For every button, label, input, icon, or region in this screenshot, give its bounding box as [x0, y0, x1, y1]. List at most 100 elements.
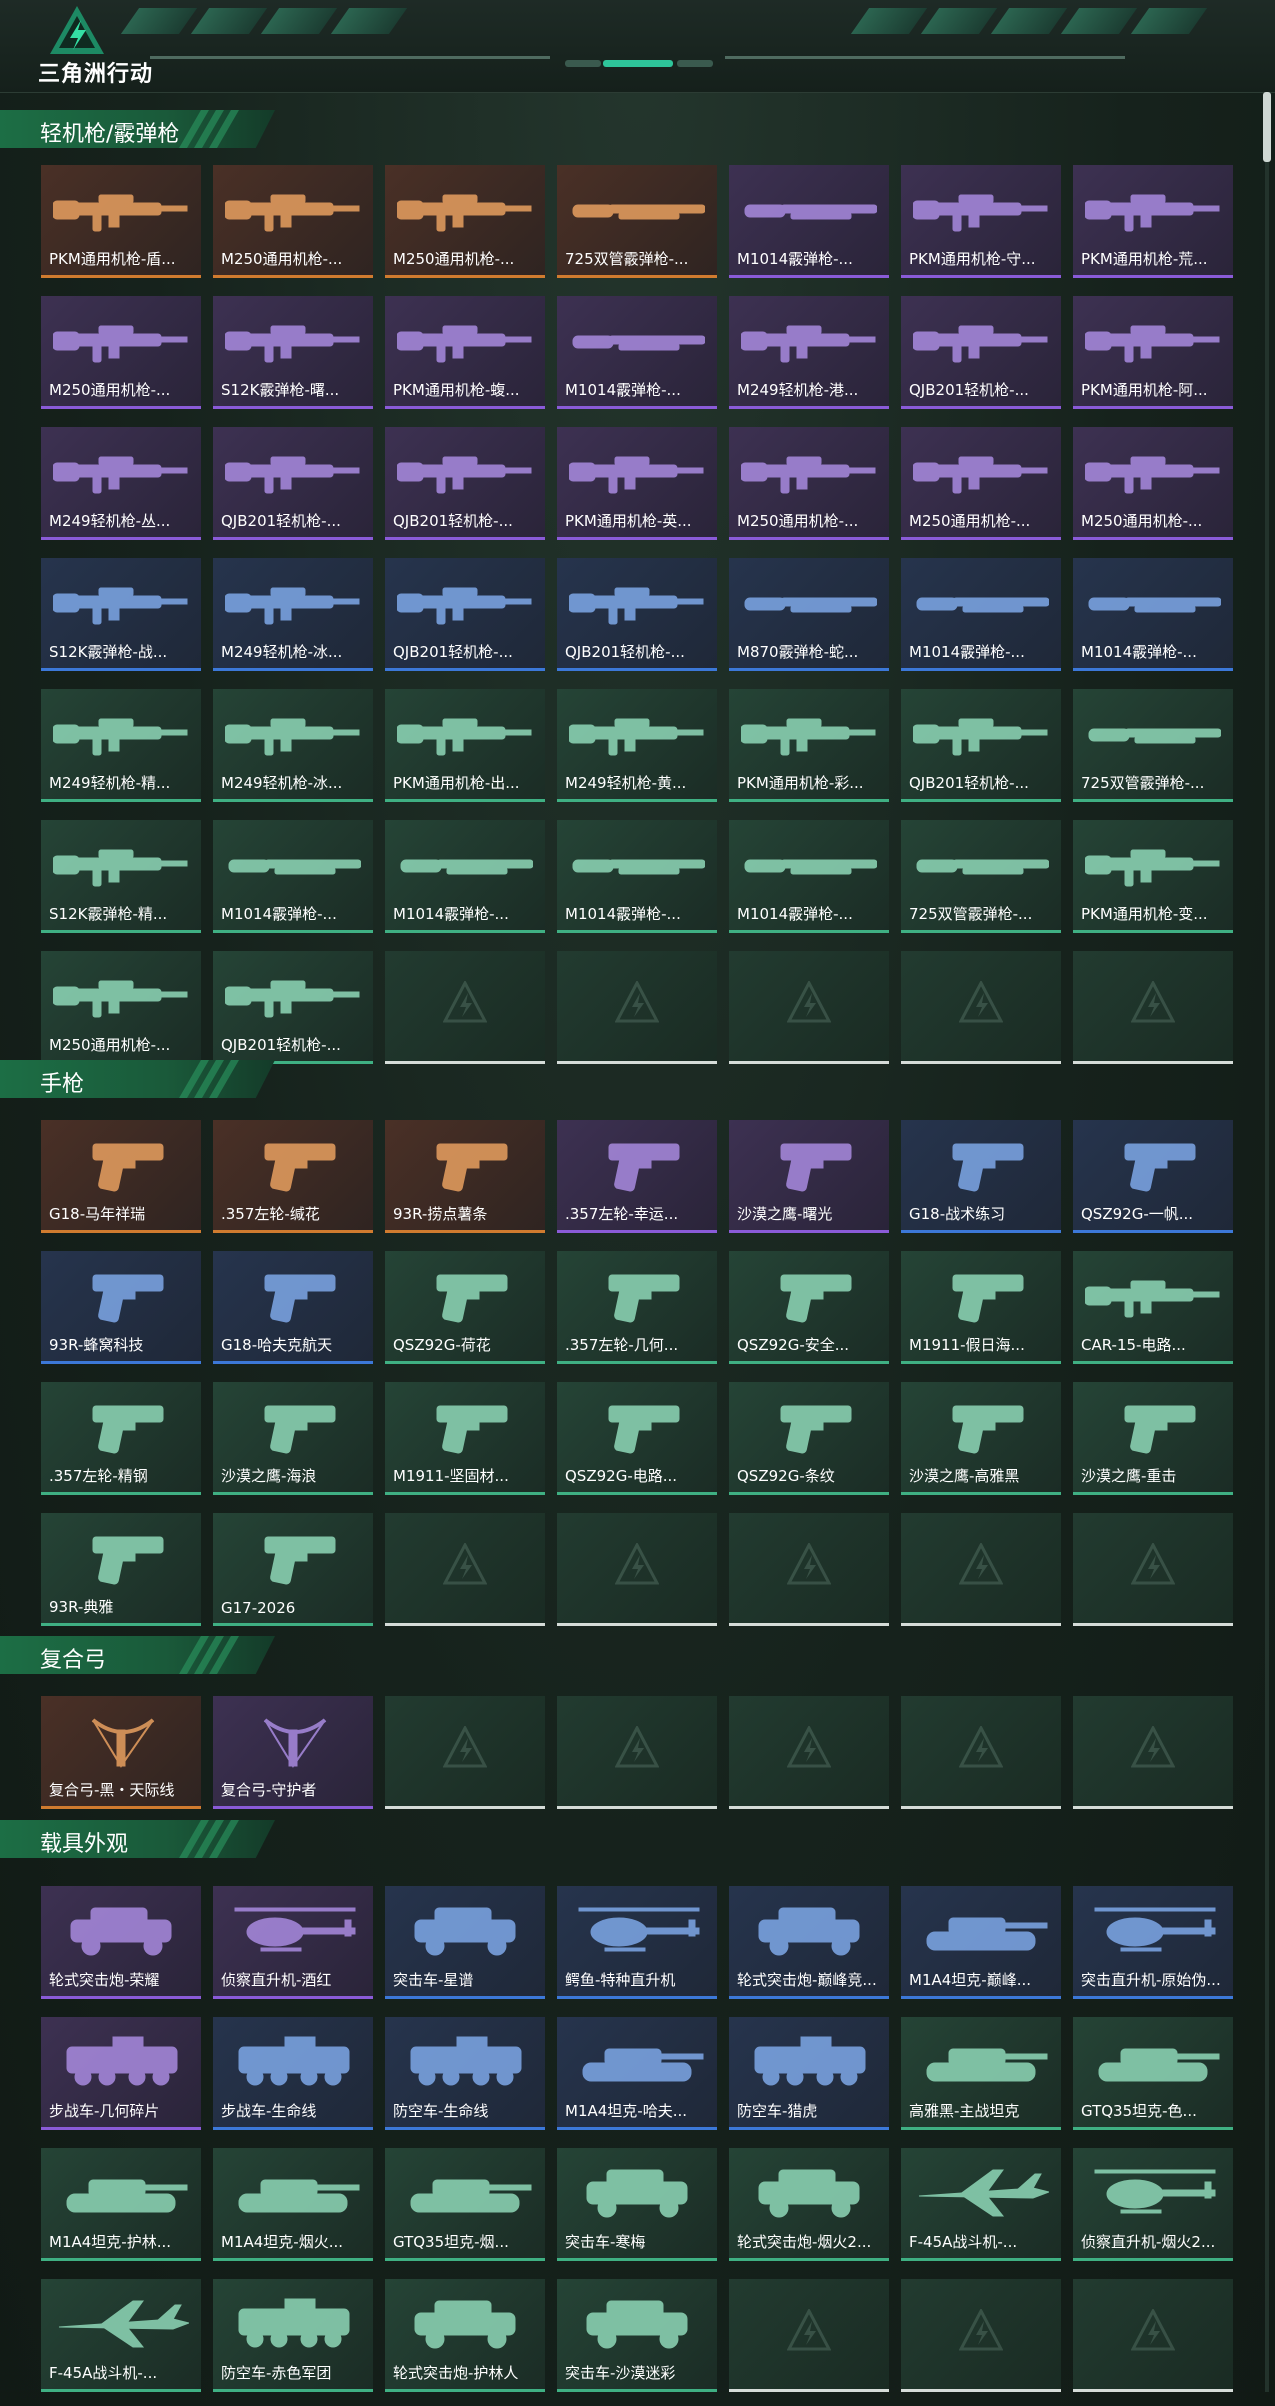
skin-card[interactable]: M250通用机枪-... [41, 296, 201, 409]
skin-card[interactable]: 突击车-寒梅 [557, 2148, 717, 2261]
skin-card[interactable]: 鳄鱼-特种直升机 [557, 1886, 717, 1999]
skin-card[interactable]: GTQ35坦克-色... [1073, 2017, 1233, 2130]
skin-card[interactable]: QJB201轻机枪-... [901, 689, 1061, 802]
skin-card[interactable]: M1014霰弹枪-... [901, 558, 1061, 671]
skin-card[interactable]: 高雅黑-主战坦克 [901, 2017, 1061, 2130]
skin-card[interactable]: 侦察直升机-烟火2... [1073, 2148, 1233, 2261]
skin-card[interactable]: .357左轮-精钢 [41, 1382, 201, 1495]
skin-card[interactable]: G17-2026 [213, 1513, 373, 1626]
skin-card[interactable]: M1014霰弹枪-... [729, 165, 889, 278]
skin-card[interactable]: .357左轮-幸运... [557, 1120, 717, 1233]
skin-card[interactable]: S12K霰弹枪-精... [41, 820, 201, 933]
skin-card[interactable]: M1A4坦克-护林... [41, 2148, 201, 2261]
skin-card[interactable]: 93R-典雅 [41, 1513, 201, 1626]
skin-card[interactable]: M249轻机枪-港... [729, 296, 889, 409]
skin-card[interactable]: M249轻机枪-冰... [213, 558, 373, 671]
skin-card[interactable]: M1A4坦克-哈夫... [557, 2017, 717, 2130]
skin-card[interactable]: QSZ92G-安全... [729, 1251, 889, 1364]
skin-card[interactable]: .357左轮-几何... [557, 1251, 717, 1364]
skin-card[interactable]: QJB201轻机枪-... [213, 427, 373, 540]
brand-title: 三角洲行动 [38, 62, 154, 87]
skin-card[interactable]: 沙漠之鹰-海浪 [213, 1382, 373, 1495]
scrollbar-track[interactable] [1265, 92, 1269, 2392]
skin-card[interactable]: PKM通用机枪-彩... [729, 689, 889, 802]
skin-card[interactable]: 沙漠之鹰-曙光 [729, 1120, 889, 1233]
skin-card[interactable]: PKM通用机枪-荒... [1073, 165, 1233, 278]
skin-card[interactable]: 沙漠之鹰-重击 [1073, 1382, 1233, 1495]
skin-card[interactable]: QJB201轻机枪-... [385, 558, 545, 671]
skin-card[interactable]: 轮式突击炮-护林人 [385, 2279, 545, 2392]
skin-card[interactable]: 复合弓-黑・天际线 [41, 1696, 201, 1809]
placeholder-logo-icon [959, 981, 1003, 1023]
skin-card[interactable]: M1014霰弹枪-... [385, 820, 545, 933]
skin-card[interactable]: PKM通用机枪-守... [901, 165, 1061, 278]
skin-card[interactable]: M250通用机枪-... [385, 165, 545, 278]
skin-card[interactable]: 步战车-生命线 [213, 2017, 373, 2130]
skin-card[interactable]: S12K霰弹枪-曙... [213, 296, 373, 409]
skin-card[interactable]: 防空车-生命线 [385, 2017, 545, 2130]
skin-card[interactable]: 步战车-几何碎片 [41, 2017, 201, 2130]
skin-card[interactable]: 突击车-星谱 [385, 1886, 545, 1999]
skin-card[interactable]: M870霰弹枪-蛇... [729, 558, 889, 671]
skin-card[interactable]: G18-哈夫克航天 [213, 1251, 373, 1364]
skin-card[interactable]: 防空车-猎虎 [729, 2017, 889, 2130]
skin-card[interactable]: M249轻机枪-黄... [557, 689, 717, 802]
skin-card[interactable]: F-45A战斗机-... [41, 2279, 201, 2392]
skin-card[interactable]: M250通用机枪-... [1073, 427, 1233, 540]
skin-card[interactable]: M1014霰弹枪-... [557, 296, 717, 409]
skin-card[interactable]: F-45A战斗机-... [901, 2148, 1061, 2261]
skin-card[interactable]: M249轻机枪-丛... [41, 427, 201, 540]
skin-card[interactable]: G18-马年祥瑞 [41, 1120, 201, 1233]
skin-card[interactable]: 轮式突击炮-烟火2... [729, 2148, 889, 2261]
skin-card[interactable]: 突击直升机-原始伪... [1073, 1886, 1233, 1999]
skin-card[interactable]: 突击车-沙漠迷彩 [557, 2279, 717, 2392]
pistol-skin-icon [436, 1143, 508, 1192]
skin-card[interactable]: PKM通用机枪-蝮... [385, 296, 545, 409]
skin-card[interactable]: GTQ35坦克-烟... [385, 2148, 545, 2261]
skin-card[interactable]: 防空车-赤色军团 [213, 2279, 373, 2392]
skin-card[interactable]: 轮式突击炮-荣耀 [41, 1886, 201, 1999]
skin-card[interactable]: M1014霰弹枪-... [729, 820, 889, 933]
skin-card[interactable]: QJB201轻机枪-... [213, 951, 373, 1064]
skin-card[interactable]: PKM通用机枪-变... [1073, 820, 1233, 933]
skin-card[interactable]: QSZ92G-一帆... [1073, 1120, 1233, 1233]
skin-card[interactable]: M1A4坦克-巅峰... [901, 1886, 1061, 1999]
skin-card[interactable]: .357左轮-缄花 [213, 1120, 373, 1233]
skin-card[interactable]: PKM通用机枪-出... [385, 689, 545, 802]
skin-card[interactable]: CAR-15-电路... [1073, 1251, 1233, 1364]
skin-card[interactable]: M1A4坦克-烟火... [213, 2148, 373, 2261]
skin-card[interactable]: 侦察直升机-酒红 [213, 1886, 373, 1999]
skin-card[interactable]: QJB201轻机枪-... [385, 427, 545, 540]
scrollbar-thumb[interactable] [1263, 92, 1271, 162]
skin-card[interactable]: M249轻机枪-精... [41, 689, 201, 802]
skin-card[interactable]: PKM通用机枪-盾... [41, 165, 201, 278]
skin-card[interactable]: QSZ92G-电路... [557, 1382, 717, 1495]
skin-card[interactable]: M1014霰弹枪-... [1073, 558, 1233, 671]
skin-card[interactable]: QJB201轻机枪-... [557, 558, 717, 671]
pistol-skin-icon [780, 1143, 852, 1192]
skin-card[interactable]: M249轻机枪-冰... [213, 689, 373, 802]
skin-card[interactable]: 725双管霰弹枪-... [557, 165, 717, 278]
skin-card[interactable]: M1911-坚固材... [385, 1382, 545, 1495]
skin-card[interactable]: 轮式突击炮-巅峰竞... [729, 1886, 889, 1999]
skin-card[interactable]: M1911-假日海... [901, 1251, 1061, 1364]
skin-card[interactable]: 93R-蜂窝科技 [41, 1251, 201, 1364]
skin-card[interactable]: M1014霰弹枪-... [213, 820, 373, 933]
skin-card[interactable]: M250通用机枪-... [729, 427, 889, 540]
skin-card[interactable]: M1014霰弹枪-... [557, 820, 717, 933]
skin-card[interactable]: PKM通用机枪-阿... [1073, 296, 1233, 409]
skin-card[interactable]: 725双管霰弹枪-... [901, 820, 1061, 933]
skin-card[interactable]: 93R-捞点薯条 [385, 1120, 545, 1233]
skin-card[interactable]: 725双管霰弹枪-... [1073, 689, 1233, 802]
skin-card[interactable]: M250通用机枪-... [41, 951, 201, 1064]
skin-card[interactable]: M250通用机枪-... [901, 427, 1061, 540]
skin-card[interactable]: M250通用机枪-... [213, 165, 373, 278]
skin-card[interactable]: PKM通用机枪-英... [557, 427, 717, 540]
skin-card[interactable]: 沙漠之鹰-高雅黑 [901, 1382, 1061, 1495]
skin-card[interactable]: 复合弓-守护者 [213, 1696, 373, 1809]
skin-card[interactable]: S12K霰弹枪-战... [41, 558, 201, 671]
skin-card[interactable]: G18-战术练习 [901, 1120, 1061, 1233]
skin-card[interactable]: QSZ92G-荷花 [385, 1251, 545, 1364]
skin-card[interactable]: QSZ92G-条纹 [729, 1382, 889, 1495]
skin-card[interactable]: QJB201轻机枪-... [901, 296, 1061, 409]
